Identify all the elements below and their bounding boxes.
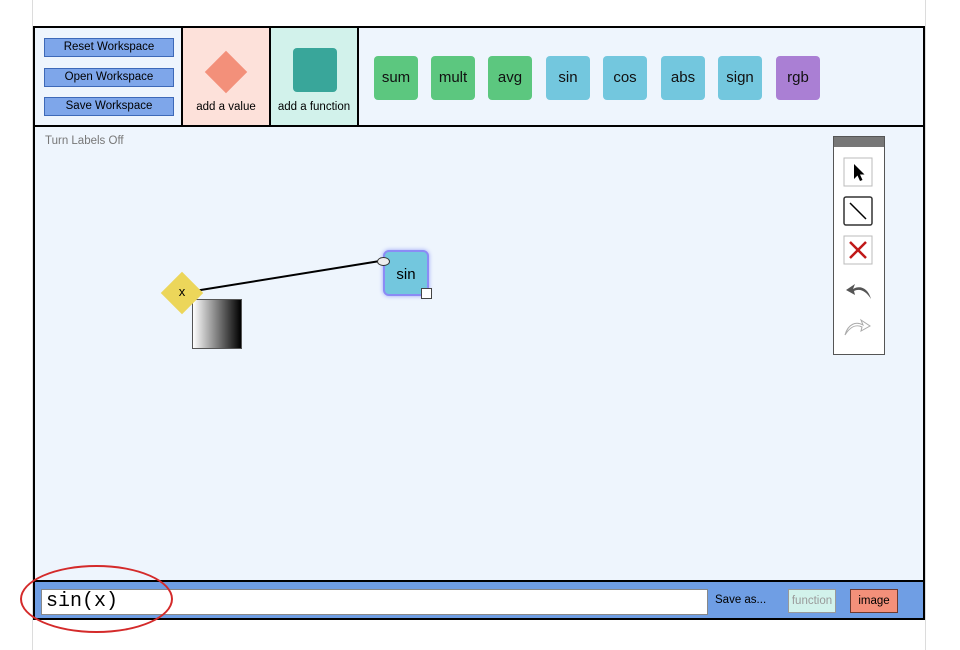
palette-drag-bar[interactable]: [834, 137, 884, 147]
save-image-button[interactable]: image: [850, 589, 898, 613]
connection-layer: [181, 260, 381, 294]
top-toolbar: Reset Workspace Open Workspace Save Work…: [35, 28, 923, 127]
open-workspace-button[interactable]: Open Workspace: [44, 68, 174, 87]
redo-icon: [844, 318, 871, 336]
save-as-label: Save as...: [715, 594, 767, 606]
function-button-rgb[interactable]: rgb: [776, 56, 820, 100]
app-window: Reset Workspace Open Workspace Save Work…: [33, 26, 925, 620]
node-input-port[interactable]: [377, 257, 390, 266]
value-node-label: x: [178, 284, 186, 299]
function-button-sum[interactable]: sum: [374, 56, 418, 100]
line-tool[interactable]: [843, 196, 873, 226]
expression-field[interactable]: sin(x): [41, 589, 708, 615]
page-right-edge: [925, 0, 926, 650]
add-function-label: add a function: [277, 101, 351, 113]
function-button-sign[interactable]: sign: [718, 56, 762, 100]
redo-tool[interactable]: [843, 311, 873, 341]
function-button-avg[interactable]: avg: [488, 56, 532, 100]
square-icon: [293, 48, 337, 92]
workspace-canvas[interactable]: Turn Labels Off x sin: [35, 127, 923, 580]
add-function-button[interactable]: add a function: [271, 28, 359, 125]
function-button-mult[interactable]: mult: [431, 56, 475, 100]
delete-x-icon: [843, 235, 873, 265]
bottom-bar: sin(x) Save as... function image: [35, 580, 923, 618]
reset-workspace-button[interactable]: Reset Workspace: [44, 38, 174, 57]
value-preview-gradient: [192, 299, 242, 349]
pointer-tool[interactable]: [843, 157, 873, 187]
line-icon: [843, 196, 873, 226]
workspace-controls: Reset Workspace Open Workspace Save Work…: [35, 28, 183, 125]
tool-palette: [833, 136, 885, 355]
add-value-label: add a value: [196, 101, 256, 113]
save-workspace-button[interactable]: Save Workspace: [44, 97, 174, 116]
function-node-label: sin: [396, 266, 416, 283]
connection-line[interactable]: [181, 260, 381, 294]
undo-icon: [846, 284, 871, 299]
function-button-sin[interactable]: sin: [546, 56, 590, 100]
undo-tool[interactable]: [843, 275, 873, 305]
delete-tool[interactable]: [843, 235, 873, 265]
add-value-button[interactable]: add a value: [183, 28, 271, 125]
function-button-abs[interactable]: abs: [661, 56, 705, 100]
node-resize-handle[interactable]: [421, 288, 432, 299]
diamond-icon: [204, 50, 248, 94]
pointer-icon: [843, 157, 873, 187]
save-function-button[interactable]: function: [788, 589, 836, 613]
function-button-cos[interactable]: cos: [603, 56, 647, 100]
